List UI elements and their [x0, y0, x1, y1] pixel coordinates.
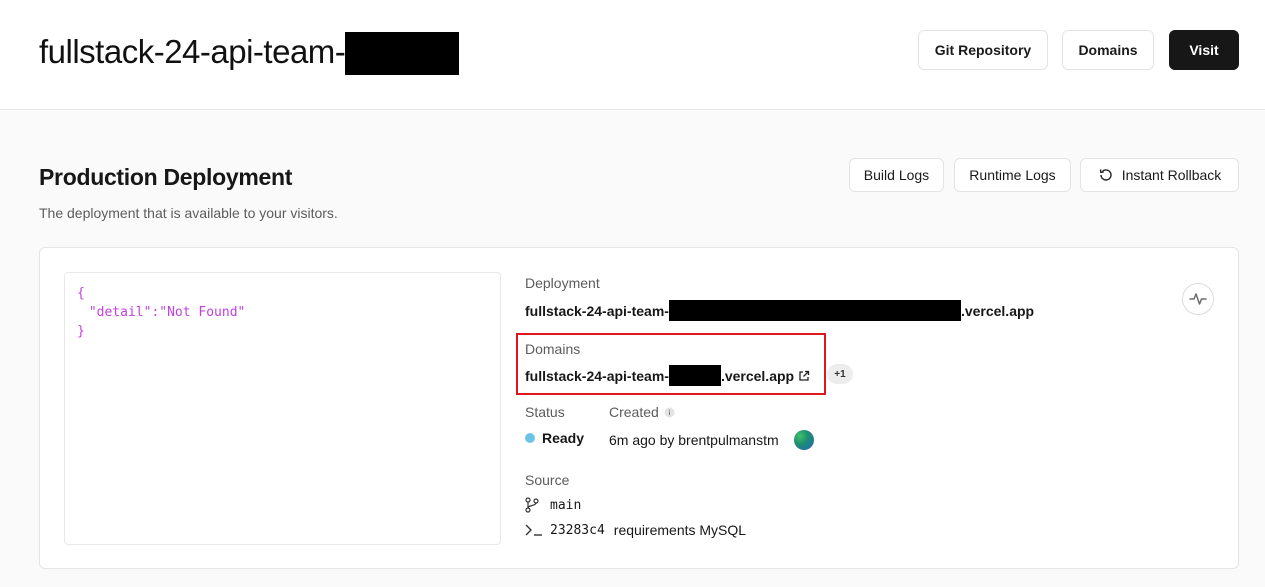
preview-line: {: [77, 286, 85, 301]
activity-button[interactable]: [1182, 283, 1214, 315]
commit-hash: 23283c4: [550, 522, 605, 538]
highlight-annotation: [516, 333, 826, 395]
deployment-url[interactable]: fullstack-24-api-team- .vercel.app: [525, 300, 1034, 321]
created-label: Created: [609, 404, 659, 420]
preview-line: "detail":"Not Found": [81, 305, 246, 320]
preview-line: }: [77, 324, 85, 339]
deployment-url-suffix: .vercel.app: [960, 302, 1035, 319]
branch-name: main: [550, 497, 582, 513]
section-title: Production Deployment: [39, 164, 293, 190]
terminal-icon: [525, 524, 542, 536]
rollback-icon: [1099, 169, 1112, 181]
runtime-logs-button[interactable]: Runtime Logs: [954, 158, 1071, 192]
git-branch-icon: [525, 497, 539, 513]
git-repository-button[interactable]: Git Repository: [918, 30, 1048, 70]
project-title: fullstack-24-api-team-: [39, 30, 460, 75]
info-icon[interactable]: [664, 407, 675, 418]
source-commit[interactable]: 23283c4 requirements MySQL: [525, 522, 746, 538]
deployment-label: Deployment: [525, 275, 600, 291]
section-description: The deployment that is available to your…: [39, 205, 338, 221]
instant-rollback-button[interactable]: Instant Rollback: [1080, 158, 1239, 192]
deployment-url-prefix: fullstack-24-api-team-: [525, 302, 669, 319]
redacted-block: [345, 32, 460, 75]
created-label-group: Created: [609, 404, 675, 420]
source-label: Source: [525, 472, 570, 488]
build-logs-button[interactable]: Build Logs: [849, 158, 944, 192]
source-branch[interactable]: main: [525, 497, 581, 513]
domains-button[interactable]: Domains: [1062, 30, 1154, 70]
deployment-preview[interactable]: { "detail":"Not Found" }: [64, 272, 501, 545]
instant-rollback-label: Instant Rollback: [1121, 167, 1222, 183]
status-value: Ready: [542, 430, 585, 446]
status-indicator: [525, 433, 535, 443]
avatar[interactable]: [794, 430, 814, 450]
project-title-text: fullstack-24-api-team-: [39, 32, 346, 70]
status-label: Status: [525, 404, 565, 420]
more-domains-badge[interactable]: +1: [827, 364, 853, 384]
redacted-block: [668, 300, 961, 321]
created-value: 6m ago by brentpulmanstm: [609, 432, 779, 448]
commit-message: requirements MySQL: [613, 522, 747, 538]
visit-button[interactable]: Visit: [1169, 30, 1239, 70]
activity-icon: [1189, 293, 1207, 305]
